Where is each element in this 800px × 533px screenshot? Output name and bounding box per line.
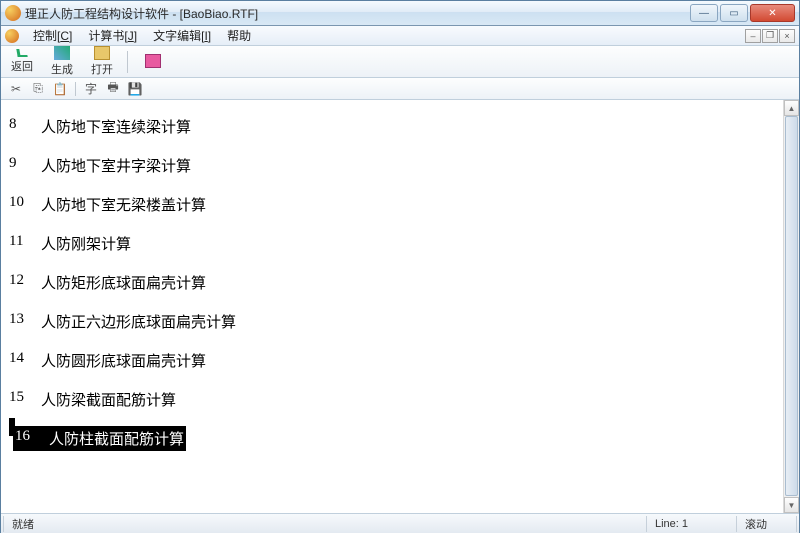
- open-label: 打开: [91, 61, 113, 77]
- mdi-icon[interactable]: [5, 29, 19, 43]
- item-number: 8: [9, 116, 41, 137]
- item-number: 15: [9, 389, 41, 410]
- window-controls: — ▭ ✕: [690, 4, 795, 22]
- document-area[interactable]: 8 人防地下室连续梁计算 9 人防地下室井字梁计算 10 人防地下室无梁楼盖计算…: [1, 100, 799, 513]
- print-icon[interactable]: 🖶: [106, 82, 120, 96]
- open-icon: [94, 46, 110, 60]
- toolbar-separator: [75, 82, 76, 96]
- menu-control[interactable]: 控制[C]: [25, 25, 80, 46]
- generate-button[interactable]: 生成: [47, 46, 77, 77]
- menu-help[interactable]: 帮助: [219, 25, 259, 46]
- maximize-button[interactable]: ▭: [720, 4, 748, 22]
- font-icon[interactable]: 字: [84, 82, 98, 96]
- save-icon[interactable]: 💾: [128, 82, 142, 96]
- scroll-down-button[interactable]: ▼: [784, 497, 799, 513]
- window-title: 理正人防工程结构设计软件 - [BaoBiao.RTF]: [25, 5, 690, 22]
- list-item[interactable]: 11 人防刚架计算: [1, 225, 799, 264]
- back-label: 返回: [11, 58, 33, 74]
- copy-icon[interactable]: ⎘: [31, 82, 45, 96]
- toolbar-edit: ✂ ⎘ 📋 字 🖶 💾: [1, 78, 799, 100]
- mdi-controls: – ❐ ×: [745, 29, 795, 43]
- item-text: 人防矩形底球面扁壳计算: [41, 272, 206, 293]
- mdi-close-button[interactable]: ×: [779, 29, 795, 43]
- generate-icon: [54, 46, 70, 60]
- item-text: 人防柱截面配筋计算: [47, 426, 186, 451]
- list-item-selected[interactable]: 16 人防柱截面配筋计算: [1, 420, 799, 461]
- item-text: 人防圆形底球面扁壳计算: [41, 350, 206, 371]
- item-text: 人防地下室无梁楼盖计算: [41, 194, 206, 215]
- item-number: 14: [9, 350, 41, 371]
- list-item[interactable]: 10 人防地下室无梁楼盖计算: [1, 186, 799, 225]
- paste-icon[interactable]: 📋: [53, 82, 67, 96]
- menubar: 控制[C] 计算书[J] 文字编辑[I] 帮助 – ❐ ×: [1, 26, 799, 46]
- item-text: 人防地下室连续梁计算: [41, 116, 191, 137]
- item-number: 16: [13, 426, 47, 451]
- mdi-minimize-button[interactable]: –: [745, 29, 761, 43]
- item-number: 10: [9, 194, 41, 215]
- dw-button[interactable]: [138, 54, 168, 69]
- status-ready: 就绪: [3, 516, 647, 532]
- list-item[interactable]: 14 人防圆形底球面扁壳计算: [1, 342, 799, 381]
- toolbar-main: 返回 生成 打开: [1, 46, 799, 78]
- generate-label: 生成: [51, 61, 73, 77]
- titlebar: 理正人防工程结构设计软件 - [BaoBiao.RTF] — ▭ ✕: [1, 1, 799, 26]
- minimize-button[interactable]: —: [690, 4, 718, 22]
- menu-calcbook[interactable]: 计算书[J]: [80, 25, 145, 46]
- status-scroll: 滚动: [737, 516, 797, 532]
- scroll-thumb[interactable]: [785, 116, 798, 496]
- back-button[interactable]: 返回: [7, 49, 37, 74]
- app-icon: [5, 5, 21, 21]
- item-text: 人防梁截面配筋计算: [41, 389, 176, 410]
- scroll-track[interactable]: [784, 116, 799, 497]
- menu-text-edit[interactable]: 文字编辑[I]: [145, 25, 219, 46]
- dw-icon: [145, 54, 161, 68]
- back-icon: [16, 49, 27, 57]
- scroll-up-button[interactable]: ▲: [784, 100, 799, 116]
- list-item[interactable]: 13 人防正六边形底球面扁壳计算: [1, 303, 799, 342]
- list-item[interactable]: 9 人防地下室井字梁计算: [1, 147, 799, 186]
- list-item[interactable]: 12 人防矩形底球面扁壳计算: [1, 264, 799, 303]
- item-number: 11: [9, 233, 41, 254]
- open-button[interactable]: 打开: [87, 46, 117, 77]
- close-button[interactable]: ✕: [750, 4, 795, 22]
- vertical-scrollbar[interactable]: ▲ ▼: [783, 100, 799, 513]
- cut-icon[interactable]: ✂: [9, 82, 23, 96]
- status-line: Line: 1: [647, 516, 737, 532]
- list-item[interactable]: 8 人防地下室连续梁计算: [1, 108, 799, 147]
- list-item[interactable]: 15 人防梁截面配筋计算: [1, 381, 799, 420]
- item-number: 13: [9, 311, 41, 332]
- statusbar: 就绪 Line: 1 滚动: [1, 513, 799, 533]
- item-number: 9: [9, 155, 41, 176]
- item-number: 12: [9, 272, 41, 293]
- item-text: 人防地下室井字梁计算: [41, 155, 191, 176]
- item-text: 人防刚架计算: [41, 233, 131, 254]
- item-text: 人防正六边形底球面扁壳计算: [41, 311, 236, 332]
- mdi-restore-button[interactable]: ❐: [762, 29, 778, 43]
- toolbar-separator: [127, 51, 128, 73]
